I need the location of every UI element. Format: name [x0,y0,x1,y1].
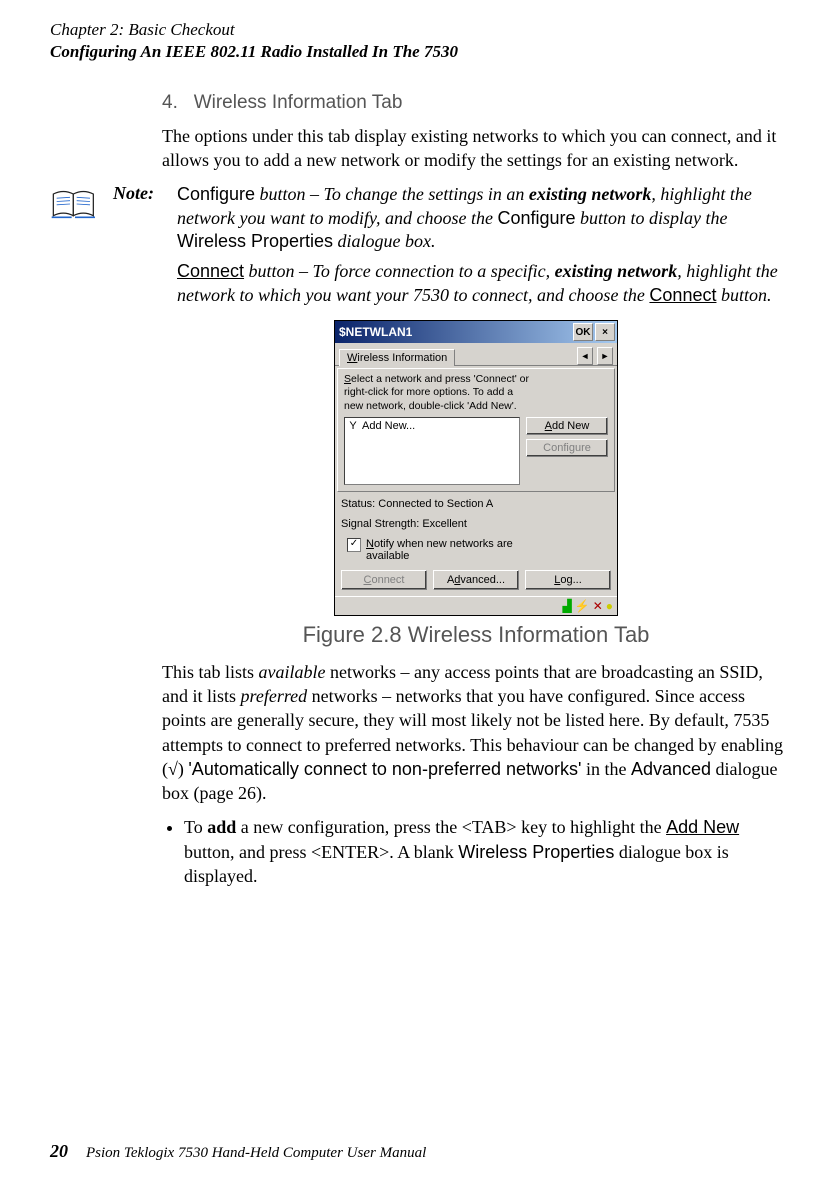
tab-bar: Wireless Information ◄ ► [335,343,617,366]
note-text: button to display the [576,208,728,228]
notify-label: Notify when new networks are available [366,538,513,562]
note-bold: existing network [555,261,678,281]
bold: add [207,817,236,837]
step-heading: 4. Wireless Information Tab [162,92,790,114]
list-item-label: Add New... [362,420,415,432]
text: button, and press <ENTER>. A blank [184,842,458,862]
note-text: button – To change the settings in an [255,184,529,204]
header-section: Configuring An IEEE 802.11 Radio Install… [50,42,790,62]
antenna-icon: Y [348,420,358,432]
instr-line: right-click for more options. To add a [344,386,513,398]
window-title: $NETWLAN1 [339,325,412,339]
term-add-new: Add New [666,817,739,837]
signal-text: Signal Strength: Excellent [341,518,611,530]
ok-button[interactable]: OK [573,323,593,341]
note-text: dialogue box. [333,231,435,251]
note-body: Configure button – To change the setting… [177,183,790,309]
network-icon[interactable]: ▟ [563,599,572,613]
note-block: Note: Configure button – To change the s… [50,183,790,309]
note-label: Note: [113,183,177,204]
text: This tab lists [162,662,259,682]
note-text: button. [716,285,771,305]
advanced-button[interactable]: Advanced... [433,570,519,590]
paragraph-2: This tab lists available networks – any … [162,660,790,806]
figure-caption: Figure 2.8 Wireless Information Tab [162,622,790,648]
status-text: Status: Connected to Section A [341,498,611,510]
configure-button[interactable]: Configure [526,439,608,457]
term-connect: Connect [177,261,244,281]
notify-checkbox[interactable]: ✓ [347,538,361,552]
instr-line: new network, double-click 'Add New'. [344,400,517,412]
term-configure: Configure [497,208,575,228]
header-chapter: Chapter 2: Basic Checkout [50,20,790,40]
log-button[interactable]: Log... [525,570,611,590]
text: To [184,817,207,837]
bullet-list: To add a new configuration, press the <T… [162,815,790,888]
note-bold: existing network [529,184,652,204]
text: a new configuration, press the <TAB> key… [236,817,666,837]
page-number: 20 [50,1141,68,1162]
titlebar[interactable]: $NETWLAN1 OK × [335,321,617,343]
step-number: 4. [162,92,178,113]
term-wireless-properties: Wireless Properties [458,842,614,862]
footer-text: Psion Teklogix 7530 Hand-Held Computer U… [86,1145,426,1162]
tab-scroll-left[interactable]: ◄ [577,347,593,365]
connect-button[interactable]: Connect [341,570,427,590]
term-auto-connect: 'Automatically connect to non-preferred … [188,759,581,779]
instruction-text: Select a network and press 'Connect' or … [344,373,608,412]
add-new-button[interactable]: Add New [526,417,608,435]
plug-icon[interactable]: ⚡ [575,599,590,613]
term-wireless-properties: Wireless Properties [177,231,333,251]
list-item: To add a new configuration, press the <T… [184,815,790,888]
book-icon [50,187,105,226]
footer: 20 Psion Teklogix 7530 Hand-Held Compute… [50,1141,426,1162]
intro-paragraph: The options under this tab display exist… [162,124,790,173]
italic: preferred [241,686,308,706]
notify-line2: available [366,550,409,562]
bulb-icon[interactable]: ● [606,599,613,613]
tab-wireless-information[interactable]: Wireless Information [339,349,455,366]
warning-icon[interactable]: ✕ [593,599,603,613]
screenshot-figure: $NETWLAN1 OK × Wireless Information ◄ ► … [162,320,790,615]
network-listbox[interactable]: Y Add New... [344,417,520,485]
list-item-add-new[interactable]: Y Add New... [348,420,516,432]
note-text: button – To force connection to a specif… [244,261,555,281]
tab-scroll-right[interactable]: ► [597,347,613,365]
term-advanced: Advanced [631,759,711,779]
dialog-window: $NETWLAN1 OK × Wireless Information ◄ ► … [334,320,618,615]
step-title: Wireless Information Tab [194,92,403,113]
term-configure: Configure [177,184,255,204]
term-connect: Connect [649,285,716,305]
close-button[interactable]: × [595,323,615,341]
italic: available [259,662,326,682]
taskbar: ▟ ⚡ ✕ ● [335,596,617,615]
text: in the [581,759,631,779]
